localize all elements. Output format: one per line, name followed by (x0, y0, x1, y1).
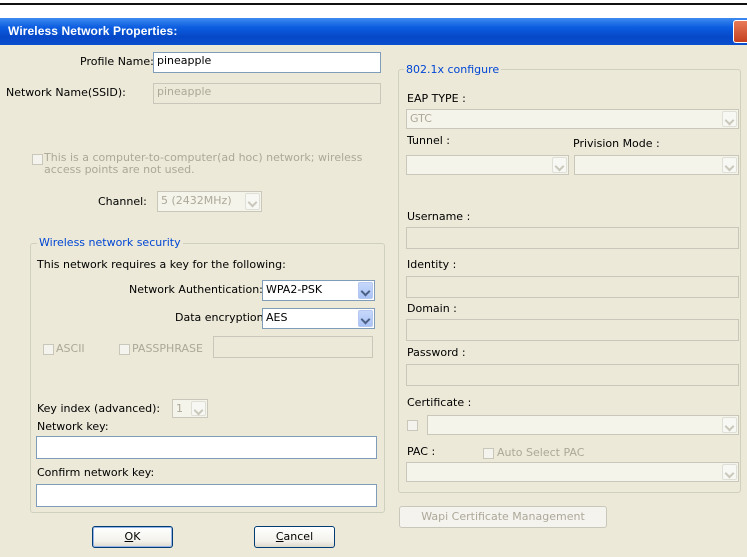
chevron-down-icon (191, 401, 206, 416)
chevron-down-icon (358, 282, 373, 299)
auth-value: WPA2-PSK (266, 283, 323, 296)
requires-key-text: This network requires a key for the foll… (37, 258, 286, 271)
eap-group-title: 802.1x configure (404, 63, 502, 76)
title-bar: Wireless Network Properties: (0, 18, 747, 45)
passphrase-label: PASSPHRASE (132, 342, 203, 355)
ssid-label: Network Name(SSID): (6, 86, 126, 99)
provision-mode-label: Privision Mode : (573, 137, 660, 150)
adhoc-checkbox[interactable] (32, 154, 43, 165)
passphrase-checkbox[interactable] (119, 344, 130, 355)
auto-pac-checkbox[interactable] (483, 448, 494, 459)
channel-label: Channel: (98, 195, 147, 208)
top-border (0, 3, 747, 5)
provision-mode-select[interactable] (574, 155, 739, 175)
auto-pac-label: Auto Select PAC (497, 446, 585, 459)
confirm-key-input[interactable] (36, 484, 377, 507)
chevron-down-icon (245, 193, 260, 210)
ok-button-underline: O (124, 530, 134, 543)
cancel-button[interactable]: Cancel (254, 526, 335, 548)
encryption-value: AES (266, 311, 288, 324)
ascii-checkbox[interactable] (43, 344, 54, 355)
certificate-label: Certificate : (407, 396, 472, 409)
password-label: Password : (407, 346, 466, 359)
ssid-input[interactable]: pineapple (153, 83, 381, 104)
adhoc-label-line2: access points are not used. (44, 163, 195, 176)
channel-select[interactable]: 5 (2432MHz) (157, 191, 262, 212)
chevron-down-icon (552, 157, 567, 173)
network-key-input[interactable] (36, 436, 377, 459)
close-icon[interactable] (733, 20, 747, 43)
pac-select[interactable] (406, 462, 739, 482)
channel-value: 5 (2432MHz) (161, 194, 232, 207)
network-key-label: Network key: (37, 420, 109, 433)
username-label: Username : (407, 210, 471, 223)
auth-label: Network Authentication: (129, 283, 263, 296)
ascii-label: ASCII (56, 342, 85, 355)
domain-label: Domain : (407, 302, 457, 315)
chevron-down-icon (722, 111, 737, 127)
ok-button-label: K (133, 530, 141, 543)
chevron-down-icon (722, 464, 737, 480)
window-title: Wireless Network Properties: (8, 24, 178, 38)
profile-name-input[interactable]: pineapple (153, 52, 381, 73)
encryption-label: Data encryption: (175, 311, 268, 324)
chevron-down-icon (722, 157, 737, 173)
passphrase-input[interactable] (213, 336, 373, 358)
password-input[interactable] (406, 364, 739, 386)
eap-type-label: EAP TYPE : (407, 92, 466, 105)
confirm-key-label: Confirm network key: (37, 466, 155, 479)
dialog-body: Profile Name: pineapple Network Name(SSI… (0, 45, 747, 557)
encryption-select[interactable]: AES (262, 308, 375, 329)
eap-type-select[interactable]: GTC (406, 109, 739, 129)
tunnel-label: Tunnel : (407, 134, 450, 147)
security-group-title: Wireless network security (37, 236, 183, 249)
domain-input[interactable] (406, 319, 739, 341)
tunnel-select[interactable] (406, 155, 569, 175)
auth-select[interactable]: WPA2-PSK (262, 280, 375, 301)
certificate-checkbox[interactable] (407, 420, 418, 431)
pac-label: PAC : (407, 445, 436, 458)
chevron-down-icon (358, 310, 373, 327)
key-index-value: 1 (176, 402, 183, 415)
username-input[interactable] (406, 227, 739, 249)
profile-name-label: Profile Name: (80, 55, 154, 68)
certificate-select[interactable] (427, 415, 739, 435)
identity-input[interactable] (406, 276, 739, 298)
wapi-certificate-button[interactable]: Wapi Certificate Management (399, 506, 607, 528)
cancel-button-underline: C (275, 530, 284, 543)
key-index-select[interactable]: 1 (172, 399, 208, 418)
identity-label: Identity : (407, 258, 457, 271)
eap-type-value: GTC (410, 112, 432, 125)
chevron-down-icon (722, 417, 737, 433)
key-index-label: Key index (advanced): (37, 402, 161, 415)
cancel-button-label: ancel (283, 530, 314, 543)
ok-button[interactable]: OK (92, 526, 173, 548)
